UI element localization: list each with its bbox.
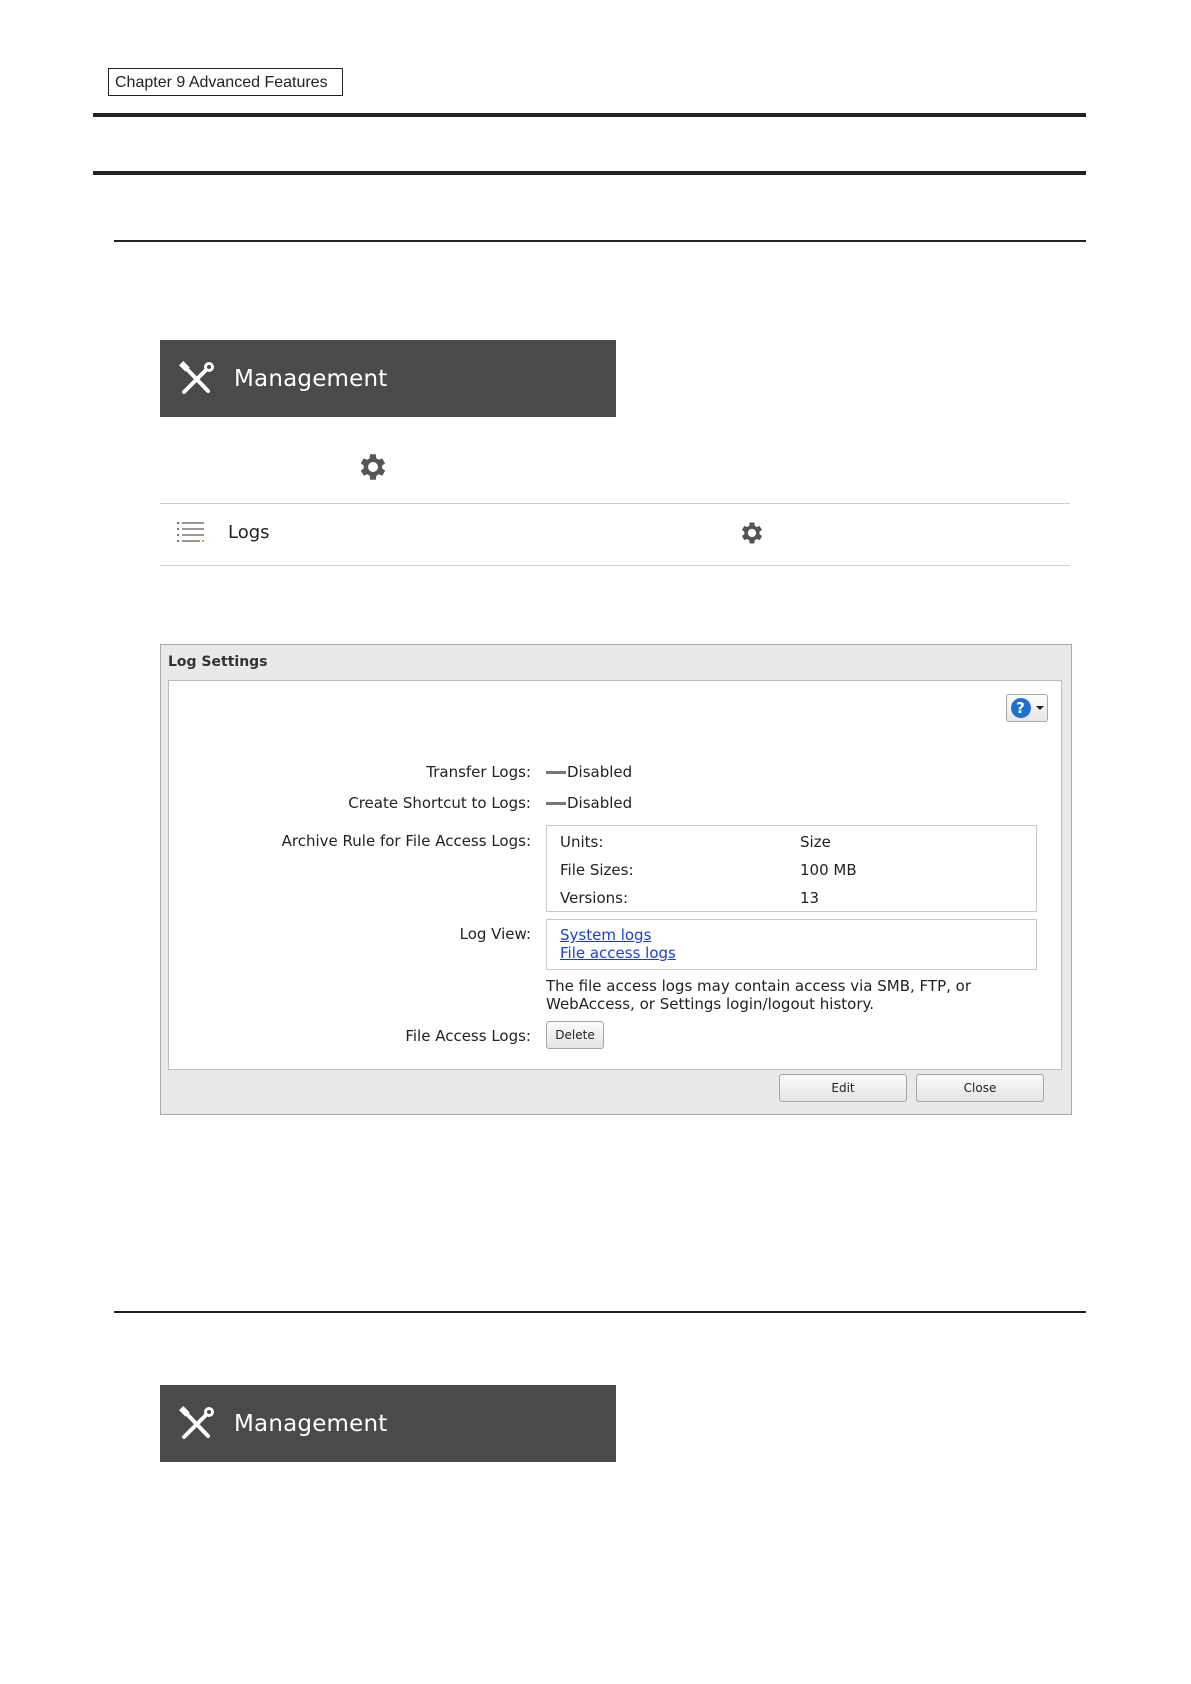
list-icon [177, 522, 204, 542]
management-button[interactable]: Management [160, 340, 616, 417]
toggle-off-icon [546, 801, 566, 805]
logs-row-top-border [160, 503, 1070, 504]
archive-value: 13 [800, 889, 820, 907]
create-shortcut-label: Create Shortcut to Logs: [348, 794, 531, 812]
archive-key: Versions: [560, 889, 629, 907]
archive-value: 100 MB [800, 861, 857, 879]
header-rule-top [93, 113, 1086, 117]
chevron-down-icon [1035, 706, 1044, 710]
tools-icon [179, 1405, 214, 1439]
dialog-body: ? Transfer Logs: Disabled Create Shortcu… [168, 680, 1062, 1070]
help-button[interactable]: ? [1006, 694, 1048, 722]
create-shortcut-value: Disabled [546, 794, 632, 812]
transfer-logs-value: Disabled [546, 763, 632, 781]
archive-key: Units: [560, 833, 604, 851]
edit-button[interactable]: Edit [779, 1074, 907, 1102]
header-rule-bottom [93, 171, 1086, 175]
section-rule-2 [114, 1311, 1086, 1313]
management-button[interactable]: Management [160, 1385, 616, 1462]
file-access-logs-link[interactable]: File access logs [560, 944, 1023, 962]
toggle-off-icon [546, 770, 566, 774]
archive-rule-label: Archive Rule for File Access Logs: [281, 832, 531, 850]
help-icon: ? [1010, 698, 1031, 718]
chapter-label: Chapter 9 Advanced Features [108, 68, 343, 96]
create-shortcut-status: Disabled [567, 794, 633, 812]
file-access-logs-label: File Access Logs: [405, 1027, 531, 1045]
management-label: Management [234, 1410, 388, 1437]
tools-icon [179, 360, 214, 394]
log-view-label: Log View: [459, 925, 531, 943]
log-view-note: The file access logs may contain access … [546, 977, 971, 1013]
dialog-title: Log Settings [168, 654, 268, 670]
logs-row-bottom-border [160, 565, 1070, 566]
close-button[interactable]: Close [916, 1074, 1044, 1102]
archive-key: File Sizes: [560, 861, 634, 879]
gear-icon [360, 454, 386, 480]
gear-icon[interactable] [738, 519, 766, 547]
archive-rule-table: Units: Size File Sizes: 100 MB Versions:… [546, 825, 1037, 912]
management-label: Management [234, 365, 388, 392]
log-settings-dialog: Log Settings ? Transfer Logs: Disabled C… [160, 644, 1072, 1115]
log-view-links: System logs File access logs [546, 919, 1037, 970]
transfer-logs-label: Transfer Logs: [426, 763, 531, 781]
section-rule-1 [114, 240, 1086, 242]
archive-value: Size [800, 833, 831, 851]
delete-button[interactable]: Delete [546, 1021, 604, 1049]
transfer-logs-status: Disabled [567, 763, 633, 781]
logs-label: Logs [228, 522, 270, 543]
system-logs-link[interactable]: System logs [560, 926, 1023, 944]
